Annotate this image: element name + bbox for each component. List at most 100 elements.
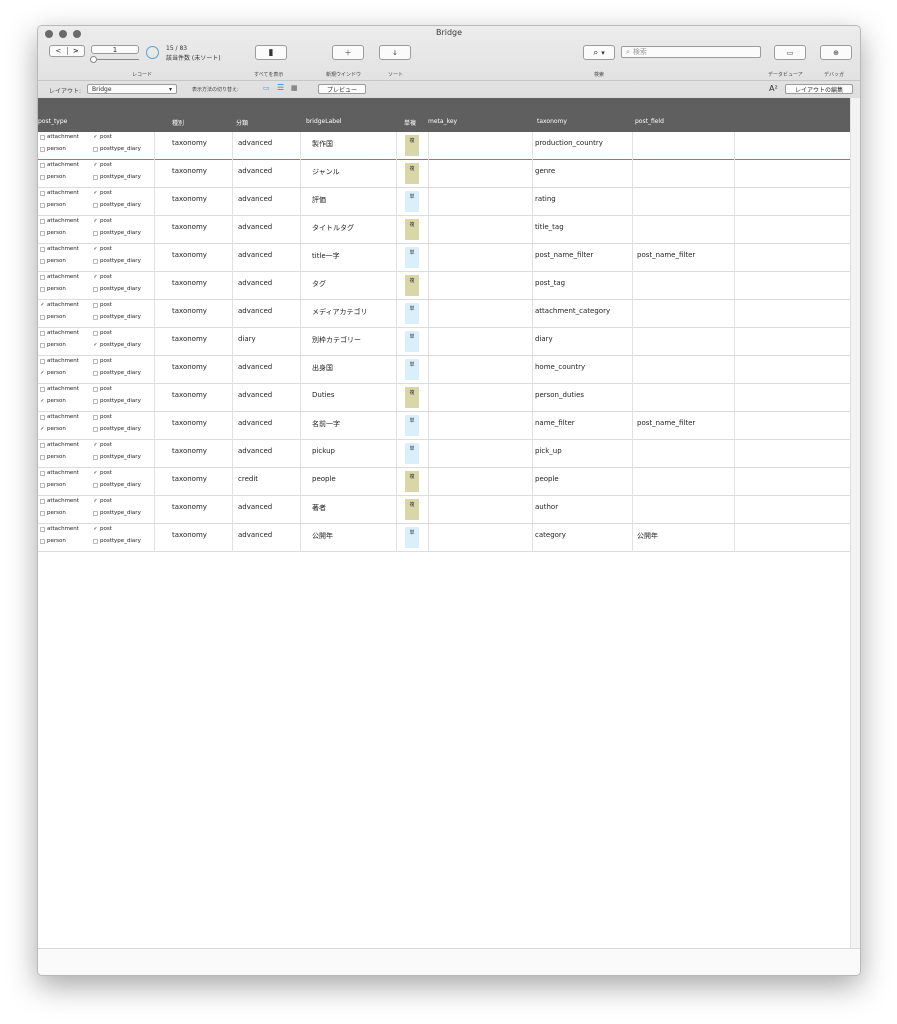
cell-taxonomy[interactable]: home_country [535,363,585,371]
checkbox-person[interactable]: person [40,314,66,320]
checkbox-attachment-box[interactable] [40,414,45,420]
cell-taxonomy[interactable]: name_filter [535,419,575,427]
record-nav-buttons[interactable]: < > [49,45,85,57]
checkbox-attachment[interactable]: attachment [40,330,79,336]
checkbox-person-box[interactable] [40,202,45,208]
checkbox-attachment[interactable]: attachment [40,526,79,532]
checkbox-attachment[interactable]: attachment [40,246,79,252]
list-view-icon[interactable]: ☰ [277,83,284,92]
checkbox-person[interactable]: person [40,258,66,264]
table-row[interactable]: attachment ✓ post person posttype_diary taxon… [38,132,850,160]
checkbox-attachment[interactable]: attachment [40,498,79,504]
cell-bridge-label[interactable]: 製作国 [312,139,333,149]
checkbox-person-box[interactable] [40,510,45,516]
checkbox-post[interactable]: post [93,358,112,364]
checkbox-attachment-box[interactable]: ✓ [40,302,45,308]
cell-category[interactable]: advanced [238,531,272,539]
cell-taxonomy[interactable]: genre [535,167,555,175]
checkbox-diary[interactable]: posttype_diary [93,426,141,432]
checkbox-person[interactable]: person [40,230,66,236]
checkbox-post[interactable]: ✓ post [93,470,112,476]
checkbox-diary-box[interactable] [93,230,98,236]
checkbox-diary-box[interactable] [93,398,98,404]
cell-taxonomy[interactable]: pick_up [535,447,562,455]
checkbox-attachment[interactable]: attachment [40,414,79,420]
cell-kind[interactable]: taxonomy [172,363,207,371]
cell-post-field[interactable]: post_name_filter [637,251,695,259]
checkbox-person[interactable]: person [40,482,66,488]
cell-category[interactable]: advanced [238,167,272,175]
cell-category[interactable]: advanced [238,251,272,259]
header-bridge-label[interactable]: bridgeLabel [306,118,341,125]
cell-taxonomy[interactable]: people [535,475,559,483]
checkbox-person-box[interactable]: ✓ [40,398,45,404]
checkbox-diary[interactable]: posttype_diary [93,202,141,208]
checkbox-diary-box[interactable] [93,482,98,488]
cell-kind[interactable]: taxonomy [172,531,207,539]
layout-select[interactable]: Bridge ▾ [87,84,177,94]
checkbox-post[interactable]: ✓ post [93,498,112,504]
sort-button[interactable]: ↓ [379,45,411,60]
checkbox-post-box[interactable] [93,414,98,420]
checkbox-attachment-box[interactable] [40,498,45,504]
data-viewer-button[interactable]: ▭ [774,45,806,60]
cell-bridge-label[interactable]: people [312,475,336,483]
cell-category[interactable]: advanced [238,363,272,371]
prev-record-icon[interactable]: < [50,47,68,55]
checkbox-attachment-box[interactable] [40,442,45,448]
cell-kind[interactable]: taxonomy [172,251,207,259]
checkbox-person[interactable]: person [40,510,66,516]
cell-bridge-label[interactable]: タグ [312,279,326,289]
checkbox-person-box[interactable] [40,146,45,152]
checkbox-attachment[interactable]: attachment [40,358,79,364]
cell-bridge-label[interactable]: 公開年 [312,531,333,541]
checkbox-attachment[interactable]: attachment [40,386,79,392]
single-multi-badge[interactable]: 単 [405,415,419,436]
checkbox-person-box[interactable] [40,538,45,544]
next-record-icon[interactable]: > [68,47,85,55]
single-multi-badge[interactable]: 複 [405,387,419,408]
header-single-multi[interactable]: 単複 [404,118,416,127]
checkbox-post[interactable]: ✓ post [93,246,112,252]
checkbox-post[interactable]: ✓ post [93,526,112,532]
checkbox-diary[interactable]: posttype_diary [93,146,141,152]
checkbox-person[interactable]: person [40,286,66,292]
cell-bridge-label[interactable]: 名前一字 [312,419,340,429]
checkbox-post-box[interactable]: ✓ [93,162,98,168]
header-taxonomy[interactable]: taxonomy [537,118,567,125]
cell-kind[interactable]: taxonomy [172,195,207,203]
checkbox-diary[interactable]: ✓ posttype_diary [93,342,140,348]
header-category[interactable]: 分類 [236,118,248,127]
checkbox-attachment-box[interactable] [40,274,45,280]
cell-bridge-label[interactable]: Duties [312,391,334,399]
checkbox-post-box[interactable]: ✓ [93,218,98,224]
single-multi-badge[interactable]: 複 [405,471,419,492]
checkbox-post[interactable]: post [93,386,112,392]
checkbox-post-box[interactable]: ✓ [93,190,98,196]
cell-kind[interactable]: taxonomy [172,167,207,175]
checkbox-post-box[interactable]: ✓ [93,274,98,280]
checkbox-person-box[interactable] [40,342,45,348]
single-multi-badge[interactable]: 単 [405,527,419,548]
checkbox-diary-box[interactable] [93,258,98,264]
table-row[interactable]: attachment ✓ post person posttype_diary taxon… [38,468,850,496]
table-row[interactable]: attachment ✓ post person posttype_diary taxon… [38,496,850,524]
checkbox-person[interactable]: person [40,342,66,348]
checkbox-person-box[interactable] [40,286,45,292]
checkbox-attachment[interactable]: attachment [40,190,79,196]
cell-kind[interactable]: taxonomy [172,447,207,455]
header-kind[interactable]: 種別 [172,118,184,127]
cell-bridge-label[interactable]: 評価 [312,195,326,205]
checkbox-post[interactable]: ✓ post [93,162,112,168]
cell-kind[interactable]: taxonomy [172,223,207,231]
checkbox-post[interactable]: post [93,302,112,308]
font-size-icon[interactable]: A² [769,84,778,93]
single-multi-badge[interactable]: 単 [405,303,419,324]
table-row[interactable]: attachment post person ✓ posttype_diary taxon… [38,328,850,356]
search-mode-button[interactable]: ⌕ ▾ [583,45,615,60]
table-row[interactable]: attachment post ✓ person posttype_diary taxon… [38,356,850,384]
checkbox-attachment[interactable]: attachment [40,134,79,140]
cell-category[interactable]: advanced [238,223,272,231]
record-slider-thumb-icon[interactable] [90,56,97,63]
table-row[interactable]: attachment ✓ post person posttype_diary taxon… [38,216,850,244]
